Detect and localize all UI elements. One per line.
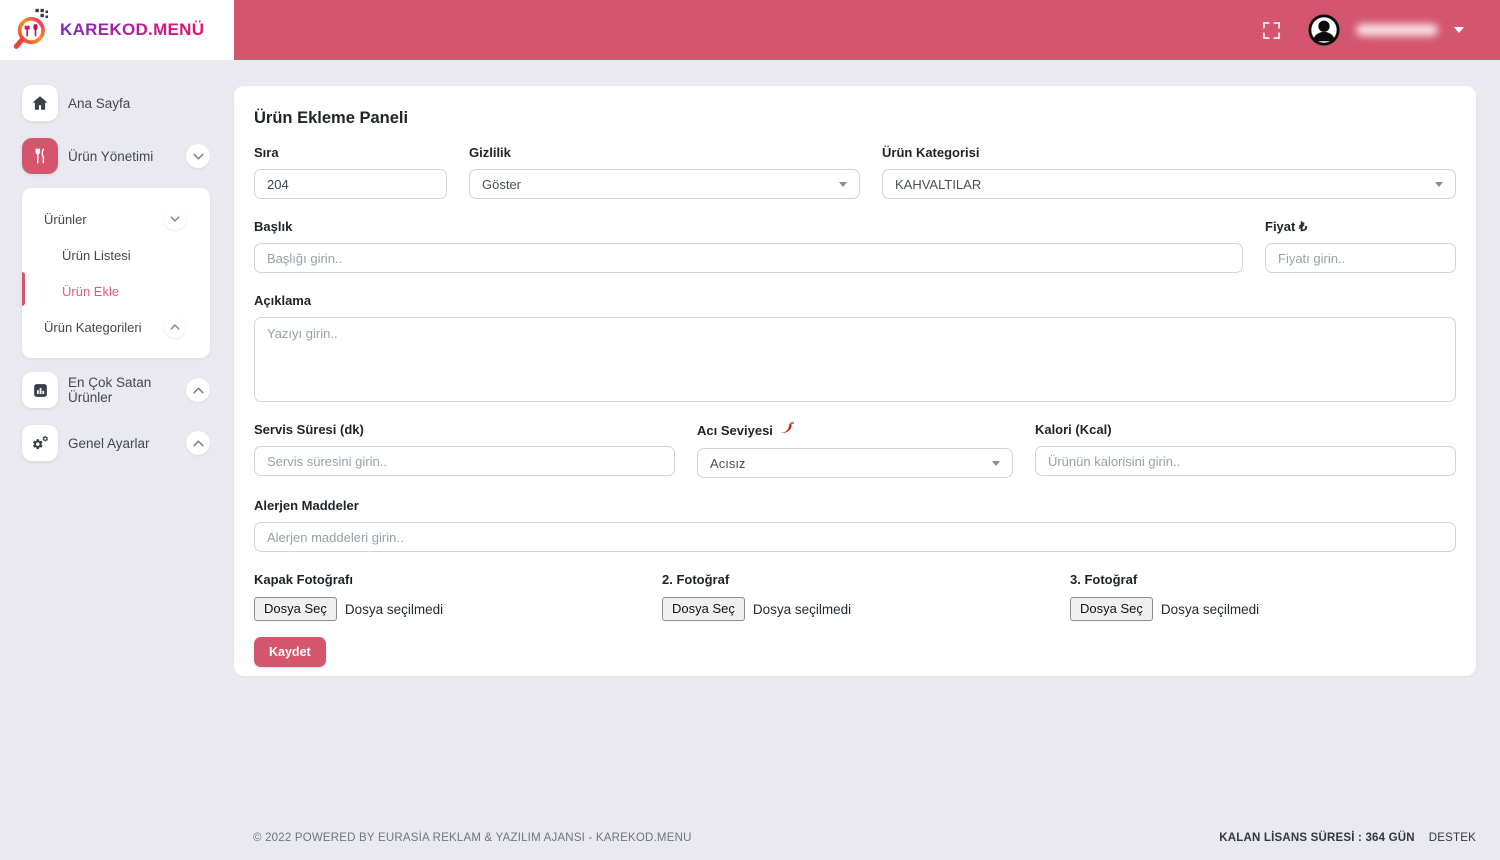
logo-text: KAREKOD.MENÜ: [60, 20, 205, 39]
kategori-selected-value: KAHVALTILAR: [895, 176, 982, 192]
alerjen-input[interactable]: [254, 522, 1456, 552]
sidebar-item-label: Genel Ayarlar: [68, 435, 150, 451]
caret-down-icon: [991, 460, 1000, 466]
baslik-input[interactable]: [254, 243, 1243, 273]
servis-input[interactable]: [254, 446, 676, 476]
submenu-item-label: Ürün Ekle: [62, 283, 120, 299]
sira-label: Sıra: [254, 145, 279, 160]
kategori-label: Ürün Kategorisi: [882, 145, 980, 160]
gizlilik-label: Gizlilik: [469, 145, 511, 160]
fullscreen-icon[interactable]: [1260, 19, 1282, 41]
user-menu-caret-icon[interactable]: [1454, 27, 1464, 33]
aciklama-textarea[interactable]: [254, 317, 1456, 402]
fiyat-label: Fiyat ₺: [1265, 219, 1308, 234]
gears-icon: [22, 425, 58, 461]
utensils-icon: [22, 138, 58, 174]
logo[interactable]: KAREKOD.MENÜ: [0, 0, 234, 60]
submenu-item-label: Ürünler: [44, 211, 87, 227]
aci-select[interactable]: Acısız: [697, 448, 1013, 478]
sidebar-item-urun-yonetimi[interactable]: Ürün Yönetimi: [0, 138, 234, 174]
sidebar-item-urun-kategorileri[interactable]: Ürün Kategorileri: [22, 309, 210, 345]
home-icon: [22, 85, 58, 121]
chevron-up-icon[interactable]: [186, 431, 210, 455]
product-add-panel: Ürün Ekleme Paneli Sıra Gizlilik Göster …: [234, 86, 1476, 676]
aci-selected-value: Acısız: [710, 455, 746, 471]
sidebar-item-label: Ana Sayfa: [68, 95, 131, 111]
submenu-item-label: Ürün Listesi: [62, 247, 131, 263]
chevron-down-icon[interactable]: [164, 208, 186, 230]
aciklama-label: Açıklama: [254, 293, 312, 308]
user-name-blurred: [1356, 24, 1438, 36]
kapak-foto-label: Kapak Fotoğrafı: [254, 572, 353, 587]
kalori-label: Kalori (Kcal): [1034, 422, 1112, 437]
foto2-file-button[interactable]: Dosya Seç: [662, 597, 745, 621]
page-title: Ürün Ekleme Paneli: [254, 109, 409, 127]
foto3-file-button[interactable]: Dosya Seç: [1070, 597, 1153, 621]
sidebar: Ana Sayfa Ürün Yönetimi Ürünler Ürün Lis…: [0, 60, 234, 860]
submenu-item-label: Ürün Kategorileri: [44, 319, 142, 335]
sidebar-item-urunler[interactable]: Ürünler: [22, 201, 210, 237]
alerjen-label: Alerjen Maddeler: [254, 498, 359, 513]
logo-icon: [13, 5, 53, 56]
main-content: Ürün Ekleme Paneli Sıra Gizlilik Göster …: [234, 60, 1500, 860]
aci-label: Acı Seviyesi: [697, 423, 773, 438]
active-item-indicator: [22, 272, 25, 306]
user-avatar[interactable]: [1308, 14, 1340, 46]
chevron-up-icon[interactable]: [186, 378, 210, 402]
foto3-label: 3. Fotoğraf: [1070, 572, 1138, 587]
foto3-file-status: Dosya seçilmedi: [1160, 601, 1260, 617]
sidebar-submenu: Ürünler Ürün Listesi Ürün Ekle Ürün Kate…: [22, 188, 210, 358]
copyright-text: © 2022 POWERED BY EURASİA REKLAM & YAZIL…: [253, 832, 692, 844]
kapak-foto-file-button[interactable]: Dosya Seç: [254, 597, 337, 621]
sira-input[interactable]: [254, 169, 447, 199]
save-button[interactable]: Kaydet: [254, 637, 326, 667]
sidebar-item-genel-ayarlar[interactable]: Genel Ayarlar: [0, 425, 234, 461]
sidebar-item-label: Ürün Yönetimi: [68, 148, 154, 164]
servis-label: Servis Süresi (dk): [254, 422, 364, 437]
sidebar-item-urun-listesi[interactable]: Ürün Listesi: [22, 237, 210, 273]
chevron-down-icon[interactable]: [186, 144, 210, 168]
sidebar-item-en-cok-satan[interactable]: En Çok Satan Ürünler: [0, 372, 234, 408]
support-link[interactable]: DESTEK: [1429, 832, 1476, 844]
footer: © 2022 POWERED BY EURASİA REKLAM & YAZIL…: [253, 832, 1476, 844]
bar-chart-icon: [22, 372, 58, 408]
gizlilik-selected-value: Göster: [482, 176, 522, 192]
foto2-file-status: Dosya seçilmedi: [752, 601, 852, 617]
caret-down-icon: [1435, 181, 1443, 187]
chili-pepper-icon: [779, 422, 795, 440]
kategori-select[interactable]: KAHVALTILAR: [882, 169, 1456, 199]
gizlilik-select[interactable]: Göster: [469, 169, 860, 199]
sidebar-item-label: En Çok Satan Ürünler: [68, 375, 152, 405]
foto2-label: 2. Fotoğraf: [662, 572, 730, 587]
sidebar-item-ana-sayfa[interactable]: Ana Sayfa: [0, 85, 234, 121]
kalori-input[interactable]: [1034, 446, 1456, 476]
kapak-foto-file-status: Dosya seçilmedi: [344, 601, 444, 617]
sidebar-item-urun-ekle[interactable]: Ürün Ekle: [22, 273, 210, 309]
license-remaining-text: KALAN LİSANS SÜRESİ : 364 GÜN: [1219, 832, 1415, 844]
fiyat-input[interactable]: [1265, 243, 1456, 273]
top-header: KAREKOD.MENÜ: [0, 0, 1500, 60]
baslik-label: Başlık: [254, 219, 293, 234]
caret-down-icon: [839, 181, 847, 187]
chevron-up-icon[interactable]: [164, 316, 186, 338]
